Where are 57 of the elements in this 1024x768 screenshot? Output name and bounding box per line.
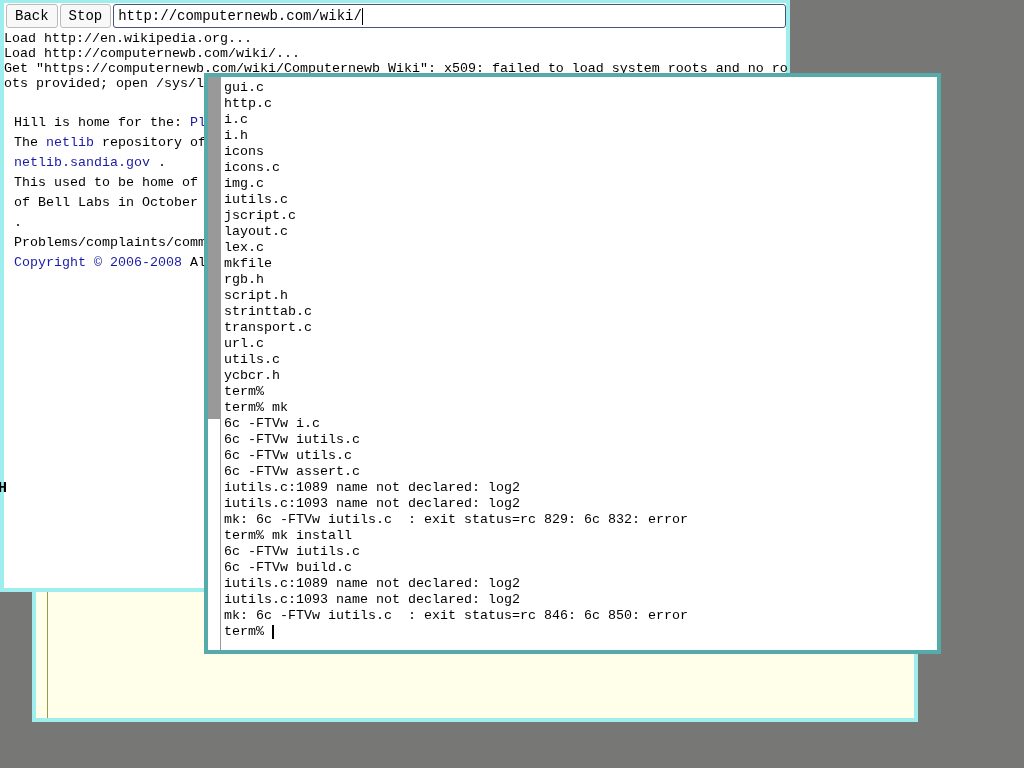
toolbar-button[interactable]: Stop [59,4,112,28]
terminal-line: term% [224,384,264,400]
terminal-line: iutils.c [224,192,288,208]
terminal-line: strinttab.c [224,304,312,320]
terminal-line: term% [224,624,265,640]
page-text: This used to be home of [14,175,198,190]
status-line: Get "https://computernewb.com/wiki/Computernewb Wiki": x509: failed to load system roots and no ro [4,61,788,76]
page-text: . [14,215,22,230]
link[interactable]: Copyright © 2006-2008 [14,255,182,270]
scroll-thumb[interactable] [208,77,220,419]
terminal-line: iutils.c:1093 name not declared: log2 [224,592,520,608]
terminal-line: 6c -FTVw iutils.c [224,544,360,560]
terminal-line: iutils.c:1089 name not declared: log2 [224,480,520,496]
terminal-line: lex.c [224,240,264,256]
terminal-line: mk: 6c -FTVw iutils.c : exit status=rc 846: 6c 850: error [224,608,688,624]
link[interactable]: netlib [46,135,94,150]
scrollbar[interactable] [208,77,221,650]
terminal-line: 6c -FTVw assert.c [224,464,360,480]
terminal-line: jscript.c [224,208,296,224]
page-text: of Bell Labs in October [14,195,198,210]
terminal-line: rgb.h [224,272,264,288]
link[interactable]: Pl [189,115,206,130]
terminal-line: script.h [224,288,288,304]
terminal-line: iutils.c:1089 name not declared: log2 [224,576,520,592]
terminal-line: mk: 6c -FTVw iutils.c : exit status=rc 829: 6c 832: error [224,512,688,528]
page-text: Al [188,255,206,270]
terminal-line: utils.c [224,352,280,368]
terminal-line: url.c [224,336,264,352]
toolbar-button[interactable]: Back [6,4,58,28]
terminal-line: term% mk install [224,528,352,544]
terminal-line: i.c [224,112,248,128]
link[interactable]: netlib.sandia.gov [14,155,150,170]
terminal-line: img.c [224,176,264,192]
page-text: Problems/complaints/comm [14,235,206,250]
terminal-line: 6c -FTVw iutils.c [224,432,360,448]
terminal-line: ycbcr.h [224,368,280,384]
terminal-line: 6c -FTVw build.c [224,560,352,576]
status-line: ots provided; open /sys/l [4,76,204,91]
page-text: The [14,135,39,150]
terminal-line: mkfile [224,256,272,272]
terminal-line: 6c -FTVw i.c [224,416,320,432]
page-text: Hill is home for the: [14,115,183,130]
text-cursor [272,625,274,639]
url-field[interactable]: http://computernewb.com/wiki/ [113,4,786,28]
status-line: Load http://computernewb.com/wiki/... [4,46,300,61]
terminal-line: i.h [224,128,248,144]
terminal-line: 6c -FTVw utils.c [224,448,352,464]
terminal-line: term% mk [224,400,288,416]
page-text: . [156,155,166,170]
terminal-line: iutils.c:1093 name not declared: log2 [224,496,520,512]
terminal-line: transport.c [224,320,312,336]
terminal-line: layout.c [224,224,288,240]
status-line: Load http://en.wikipedia.org... [4,31,252,46]
terminal-line: gui.c [224,80,264,96]
terminal-line: icons [224,144,264,160]
terminal-line: icons.c [224,160,280,176]
terminal-line: http.c [224,96,272,112]
